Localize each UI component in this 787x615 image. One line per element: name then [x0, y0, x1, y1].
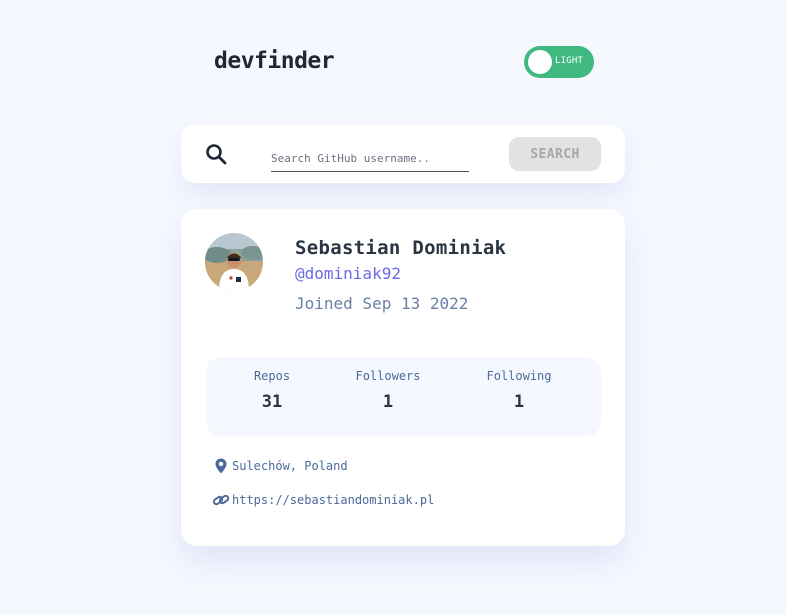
profile-login-link[interactable]: @dominiak92: [295, 264, 401, 283]
stat-label: Repos: [253, 369, 291, 383]
stat-value: 31: [261, 392, 283, 412]
stat-repos: Repos 31: [217, 369, 327, 412]
profile-joined-date: Joined Sep 13 2022: [295, 294, 469, 313]
website-link[interactable]: https://sebastiandominiak.pl: [232, 493, 434, 507]
app-header: devfinder LIGHT: [214, 44, 594, 80]
search-icon[interactable]: [205, 143, 227, 165]
search-button[interactable]: SEARCH: [509, 137, 601, 171]
theme-toggle[interactable]: LIGHT: [524, 46, 594, 78]
theme-toggle-label: LIGHT: [555, 56, 584, 66]
avatar-photo: [205, 233, 263, 291]
search-input[interactable]: [271, 145, 469, 172]
stat-label: Followers: [355, 369, 421, 383]
link-icon: [212, 494, 230, 506]
toggle-knob: [528, 50, 552, 74]
location-pin-icon: [215, 458, 227, 474]
stat-value: 1: [382, 392, 394, 412]
stat-following: Following 1: [464, 369, 574, 412]
profile-name: Sebastian Dominiak: [295, 237, 507, 259]
avatar: [205, 233, 263, 291]
search-bar: SEARCH: [181, 125, 625, 183]
stat-value: 1: [513, 392, 525, 412]
stat-label: Following: [486, 369, 552, 383]
app-logo: devfinder: [214, 48, 335, 74]
stat-followers: Followers 1: [333, 369, 443, 412]
stats-panel: Repos 31 Followers 1 Following 1: [206, 357, 601, 436]
profile-card: Sebastian Dominiak @dominiak92 Joined Se…: [181, 209, 625, 546]
location-text: Sulechów, Poland: [232, 459, 348, 473]
